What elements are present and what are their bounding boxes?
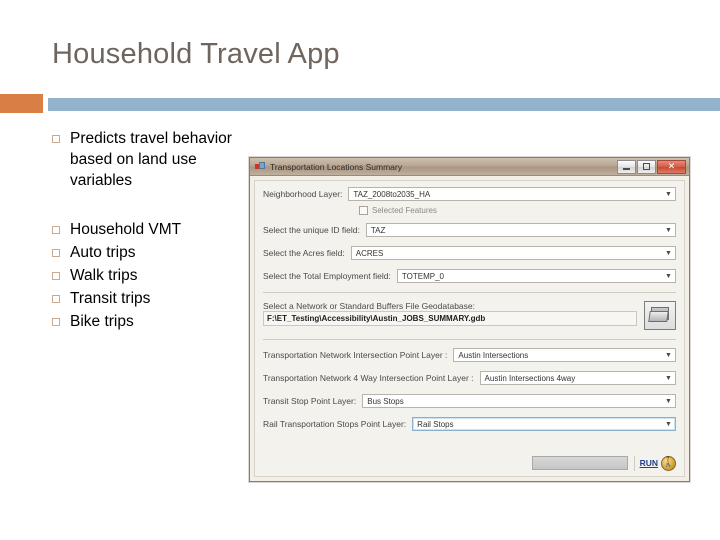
unique-id-field-dropdown[interactable]: TAZ ▼ [365,223,676,237]
maximize-button[interactable] [637,159,656,174]
form-panel: Neighborhood Layer: TAZ_2008to2035_HA ▼ … [254,180,685,477]
field-network-4way-intersection-point-layer: Transportation Network 4 Way Intersectio… [263,371,676,385]
field-neighborhood-layer: Neighborhood Layer: TAZ_2008to2035_HA ▼ [263,187,676,201]
acres-field-value: ACRES [355,248,384,258]
list-item-label: Predicts travel behavior based on land u… [70,130,232,189]
field-label: Transportation Network Intersection Poin… [263,350,448,360]
field-unique-id: Select the unique ID field: TAZ ▼ [263,223,676,237]
selected-features-label: Selected Features [372,206,437,215]
page-title: Household Travel App [52,38,340,70]
bullet-square-icon [52,318,60,326]
divider [263,339,676,340]
chevron-down-icon: ▼ [665,420,672,428]
accent-bar-blue [48,98,720,111]
field-label: Transit Stop Point Layer: [263,396,357,406]
list-item-label: Bike trips [70,313,134,330]
list-item-label: Household VMT [70,221,182,238]
field-label: Neighborhood Layer: [263,189,343,199]
network-4way-intersection-point-layer-value: Austin Intersections 4way [484,373,576,383]
window-title: Transportation Locations Summary [270,161,402,172]
divider [263,292,676,293]
close-button[interactable]: ✕ [657,159,686,174]
network-intersection-point-layer-value: Austin Intersections [458,350,529,360]
field-rail-stops-point-layer: Rail Transportation Stops Point Layer: R… [263,417,676,431]
bullet-square-icon [52,272,60,280]
list-item: Household VMT [52,219,242,240]
neighborhood-layer-value: TAZ_2008to2035_HA [353,189,431,199]
list-item-label: Walk trips [70,267,138,284]
field-acres: Select the Acres field: ACRES ▼ [263,246,676,260]
maximize-icon [643,163,650,170]
field-label: Select the Total Employment field: [263,271,391,281]
rail-stops-point-layer-dropdown[interactable]: Rail Stops ▼ [412,417,676,431]
list-item: Walk trips [52,265,242,286]
action-bar: RUN 🚶 [263,454,676,472]
field-label: Transportation Network 4 Way Intersectio… [263,373,474,383]
run-group[interactable]: RUN 🚶 [633,455,676,471]
selected-features-checkbox[interactable] [359,206,368,215]
running-person-icon[interactable]: 🚶 [661,455,676,471]
geodatabase-left: Select a Network or Standard Buffers Fil… [263,301,637,326]
window-body: Neighborhood Layer: TAZ_2008to2035_HA ▼ … [250,176,689,481]
list-item-label: Auto trips [70,244,136,261]
chevron-down-icon: ▼ [665,272,672,280]
bullet-square-icon [52,295,60,303]
transportation-locations-summary-window: Transportation Locations Summary ✕ Neigh… [249,157,690,482]
bullet-square-icon [52,135,60,143]
rail-stops-point-layer-value: Rail Stops [417,419,454,429]
list-item: Auto trips [52,242,242,263]
total-employment-field-dropdown[interactable]: TOTEMP_0 ▼ [396,269,676,283]
geodatabase-section: Select a Network or Standard Buffers Fil… [263,301,676,330]
field-label: Rail Transportation Stops Point Layer: [263,419,407,429]
browse-geodatabase-button[interactable] [644,301,676,330]
app-icon [255,161,266,172]
bullet-square-icon [52,249,60,257]
minimize-icon [623,167,630,170]
acres-field-dropdown[interactable]: ACRES ▼ [350,246,676,260]
transit-stop-point-layer-value: Bus Stops [367,396,404,406]
total-employment-field-value: TOTEMP_0 [401,271,444,281]
field-network-intersection-point-layer: Transportation Network Intersection Poin… [263,348,676,362]
window-controls: ✕ [617,159,686,174]
bullet-square-icon [52,226,60,234]
chevron-down-icon: ▼ [665,351,672,359]
list-item: Bike trips [52,311,242,332]
bullet-list: Predicts travel behavior based on land u… [52,128,242,334]
chevron-down-icon: ▼ [665,190,672,198]
list-item: Transit trips [52,288,242,309]
field-label: Select the Acres field: [263,248,345,258]
window-titlebar[interactable]: Transportation Locations Summary ✕ [250,158,689,176]
field-total-employment: Select the Total Employment field: TOTEM… [263,269,676,283]
geodatabase-caption: Select a Network or Standard Buffers Fil… [263,301,475,311]
progress-bar [531,456,628,470]
chevron-down-icon: ▼ [665,226,672,234]
transit-stop-point-layer-dropdown[interactable]: Bus Stops ▼ [362,394,676,408]
folder-open-icon [648,307,671,324]
neighborhood-layer-dropdown[interactable]: TAZ_2008to2035_HA ▼ [348,187,676,201]
accent-bar-orange [0,94,43,113]
run-button[interactable]: RUN [640,458,658,468]
chevron-down-icon: ▼ [665,249,672,257]
selected-features-row[interactable]: Selected Features [359,206,676,215]
chevron-down-icon: ▼ [665,397,672,405]
network-4way-intersection-point-layer-dropdown[interactable]: Austin Intersections 4way ▼ [479,371,676,385]
chevron-down-icon: ▼ [665,374,672,382]
unique-id-field-value: TAZ [370,225,386,235]
list-item-label: Transit trips [70,290,151,307]
geodatabase-path-field[interactable]: F:\ET_Testing\Accessibility\Austin_JOBS_… [263,311,637,326]
field-label: Select the unique ID field: [263,225,360,235]
list-item: Predicts travel behavior based on land u… [52,128,242,191]
minimize-button[interactable] [617,159,636,174]
network-intersection-point-layer-dropdown[interactable]: Austin Intersections ▼ [453,348,676,362]
field-transit-stop-point-layer: Transit Stop Point Layer: Bus Stops ▼ [263,394,676,408]
